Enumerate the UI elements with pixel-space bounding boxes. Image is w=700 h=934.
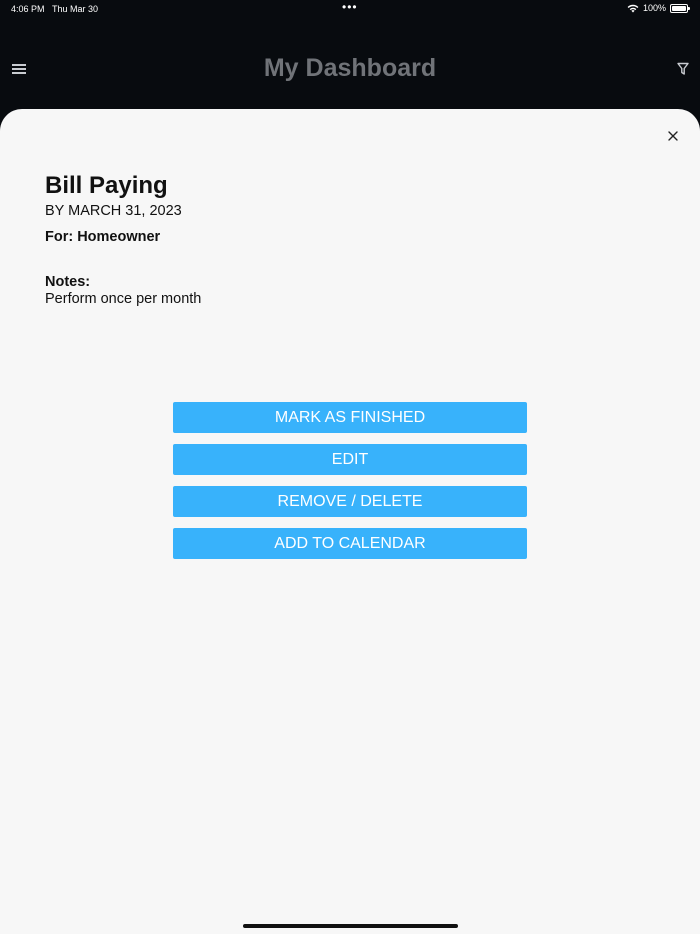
status-date: Thu Mar 30 — [52, 4, 99, 14]
task-detail-sheet: Bill Paying BY MARCH 31, 2023 For: Homeo… — [0, 109, 700, 934]
multitasking-dots-icon[interactable]: ••• — [342, 1, 358, 13]
battery-fill — [672, 5, 686, 11]
status-time: 4:06 PM — [11, 4, 45, 14]
task-title: Bill Paying — [45, 172, 168, 199]
edit-button[interactable]: EDIT — [173, 444, 527, 475]
notes-text: Perform once per month — [45, 291, 202, 307]
add-to-calendar-button[interactable]: ADD TO CALENDAR — [173, 528, 527, 559]
close-icon[interactable] — [666, 129, 680, 143]
filter-icon[interactable] — [677, 62, 689, 76]
action-buttons: MARK AS FINISHED EDIT REMOVE / DELETE AD… — [173, 402, 527, 570]
notes-label: Notes: — [45, 274, 91, 290]
wifi-icon — [627, 4, 639, 12]
battery-percent: 100% — [642, 3, 666, 13]
status-bar: 4:06 PM Thu Mar 30 ••• 100% — [0, 0, 700, 18]
task-due-date: BY MARCH 31, 2023 — [45, 203, 182, 219]
screen: 4:06 PM Thu Mar 30 ••• 100% My Dashboard — [0, 0, 700, 934]
home-indicator[interactable] — [243, 924, 458, 928]
battery-icon — [670, 3, 690, 13]
task-assignee: For: Homeowner — [45, 229, 161, 245]
page-title: My Dashboard — [263, 54, 437, 82]
remove-delete-button[interactable]: REMOVE / DELETE — [173, 486, 527, 517]
app-header: My Dashboard — [0, 40, 700, 100]
status-indicators: 100% — [627, 3, 690, 13]
mark-as-finished-button[interactable]: MARK AS FINISHED — [173, 402, 527, 433]
